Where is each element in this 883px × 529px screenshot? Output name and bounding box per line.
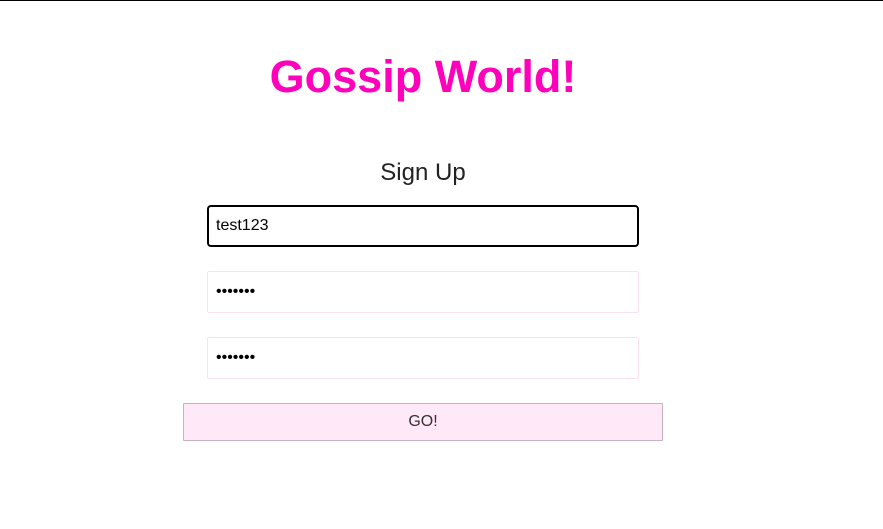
app-title: Gossip World! xyxy=(269,51,577,102)
username-input[interactable] xyxy=(207,205,639,247)
go-button[interactable]: GO! xyxy=(183,403,663,441)
confirm-password-input[interactable] xyxy=(207,337,639,379)
signup-page: Gossip World! Sign Up GO! xyxy=(0,0,883,529)
password-input[interactable] xyxy=(207,271,639,313)
signup-heading: Sign Up xyxy=(380,159,466,186)
